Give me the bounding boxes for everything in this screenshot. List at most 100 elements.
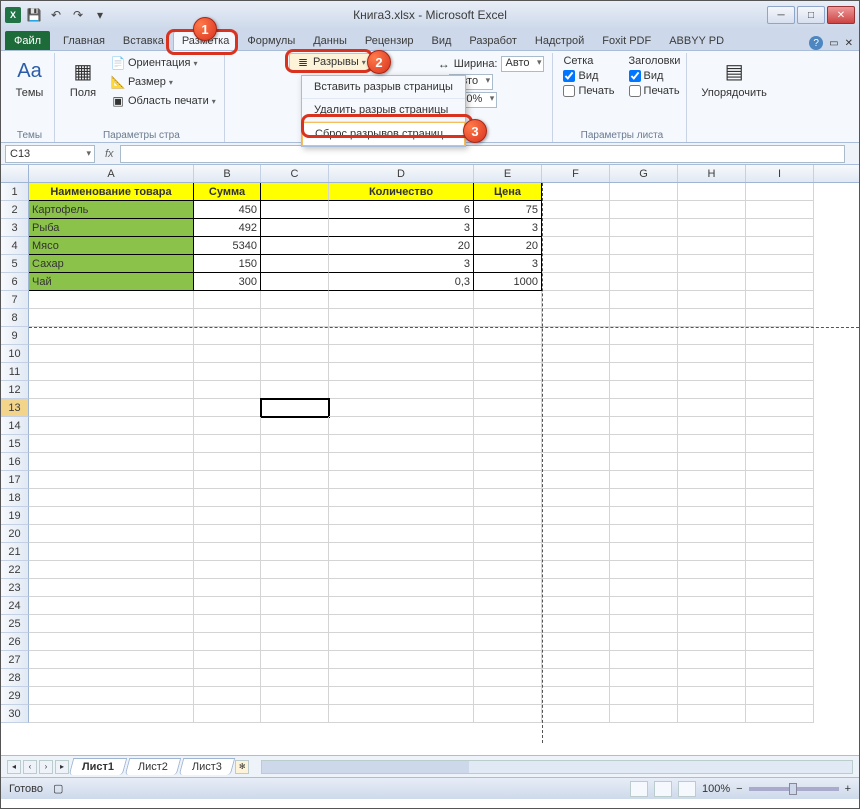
cell[interactable] [474,363,542,381]
sheet-tab[interactable]: Лист1 [69,758,128,775]
cell[interactable] [542,471,610,489]
cell[interactable] [194,543,261,561]
cell[interactable] [746,507,814,525]
sheet-nav-next[interactable]: › [39,760,53,774]
close-button[interactable]: ✕ [827,6,855,24]
cell[interactable] [746,309,814,327]
cell[interactable] [678,561,746,579]
cell[interactable] [474,381,542,399]
row-header[interactable]: 5 [1,255,29,273]
cell[interactable] [194,309,261,327]
cell[interactable] [261,255,329,273]
col-header[interactable]: I [746,165,814,182]
cell[interactable] [261,633,329,651]
cell[interactable] [678,273,746,291]
cell[interactable] [261,435,329,453]
cell[interactable] [542,543,610,561]
cell[interactable] [194,705,261,723]
cell[interactable] [29,615,194,633]
row-header[interactable]: 4 [1,237,29,255]
cell[interactable] [610,669,678,687]
cell[interactable] [474,327,542,345]
cell[interactable] [329,399,474,417]
cell[interactable] [474,579,542,597]
zoom-level[interactable]: 100% [702,783,730,795]
cell[interactable] [678,417,746,435]
cell[interactable]: Наименование товара [29,183,194,201]
view-page-layout[interactable] [654,781,672,797]
row-header[interactable]: 26 [1,633,29,651]
cell[interactable] [29,291,194,309]
cell[interactable] [474,687,542,705]
cell[interactable] [29,345,194,363]
row-header[interactable]: 11 [1,363,29,381]
cell[interactable] [329,633,474,651]
cell[interactable] [261,489,329,507]
cell[interactable] [678,381,746,399]
cell[interactable] [746,597,814,615]
cell[interactable] [261,273,329,291]
cell[interactable] [474,507,542,525]
zoom-in[interactable]: + [845,783,851,795]
cell[interactable] [474,417,542,435]
cell[interactable] [542,417,610,435]
cell[interactable] [542,345,610,363]
cell[interactable]: 0,3 [329,273,474,291]
cell[interactable] [746,561,814,579]
cell[interactable] [261,183,329,201]
cell[interactable] [746,687,814,705]
cell[interactable] [678,453,746,471]
cell[interactable] [610,327,678,345]
row-header[interactable]: 13 [1,399,29,417]
cell[interactable] [29,669,194,687]
cell[interactable] [29,651,194,669]
cell[interactable] [542,579,610,597]
cell[interactable]: 300 [194,273,261,291]
cell[interactable] [194,453,261,471]
cell[interactable] [29,489,194,507]
cell[interactable]: 20 [329,237,474,255]
cell[interactable] [194,345,261,363]
cell[interactable] [329,309,474,327]
cell[interactable] [194,327,261,345]
cell[interactable] [194,651,261,669]
cell[interactable] [678,327,746,345]
cell[interactable] [610,291,678,309]
view-page-break[interactable] [678,781,696,797]
cell[interactable] [542,327,610,345]
cell[interactable] [194,291,261,309]
cell[interactable]: Рыба [29,219,194,237]
cell[interactable] [746,669,814,687]
cell[interactable] [474,309,542,327]
col-header[interactable]: H [678,165,746,182]
cell[interactable] [746,489,814,507]
row-header[interactable]: 27 [1,651,29,669]
cell[interactable] [194,687,261,705]
cell[interactable] [746,543,814,561]
cell[interactable] [610,687,678,705]
cell[interactable] [746,345,814,363]
cell[interactable] [261,327,329,345]
cell[interactable] [610,507,678,525]
sheet-tab[interactable]: Лист2 [125,758,182,775]
sheet-nav-prev[interactable]: ‹ [23,760,37,774]
tab-foxit[interactable]: Foxit PDF [593,31,660,50]
cell[interactable] [746,201,814,219]
cell[interactable] [329,345,474,363]
tab-data[interactable]: Данны [304,31,356,50]
spreadsheet-grid[interactable]: A B C D E F G H I 1Наименование товараСу… [1,165,859,755]
cell[interactable] [329,291,474,309]
cell[interactable]: 20 [474,237,542,255]
tab-home[interactable]: Главная [54,31,114,50]
row-header[interactable]: 19 [1,507,29,525]
cell[interactable] [474,669,542,687]
cell[interactable] [29,417,194,435]
tab-addins[interactable]: Надстрой [526,31,593,50]
cell[interactable] [542,363,610,381]
cell[interactable] [261,309,329,327]
cell[interactable] [261,363,329,381]
cell[interactable] [746,705,814,723]
cell[interactable] [329,489,474,507]
row-header[interactable]: 21 [1,543,29,561]
cell[interactable] [746,399,814,417]
